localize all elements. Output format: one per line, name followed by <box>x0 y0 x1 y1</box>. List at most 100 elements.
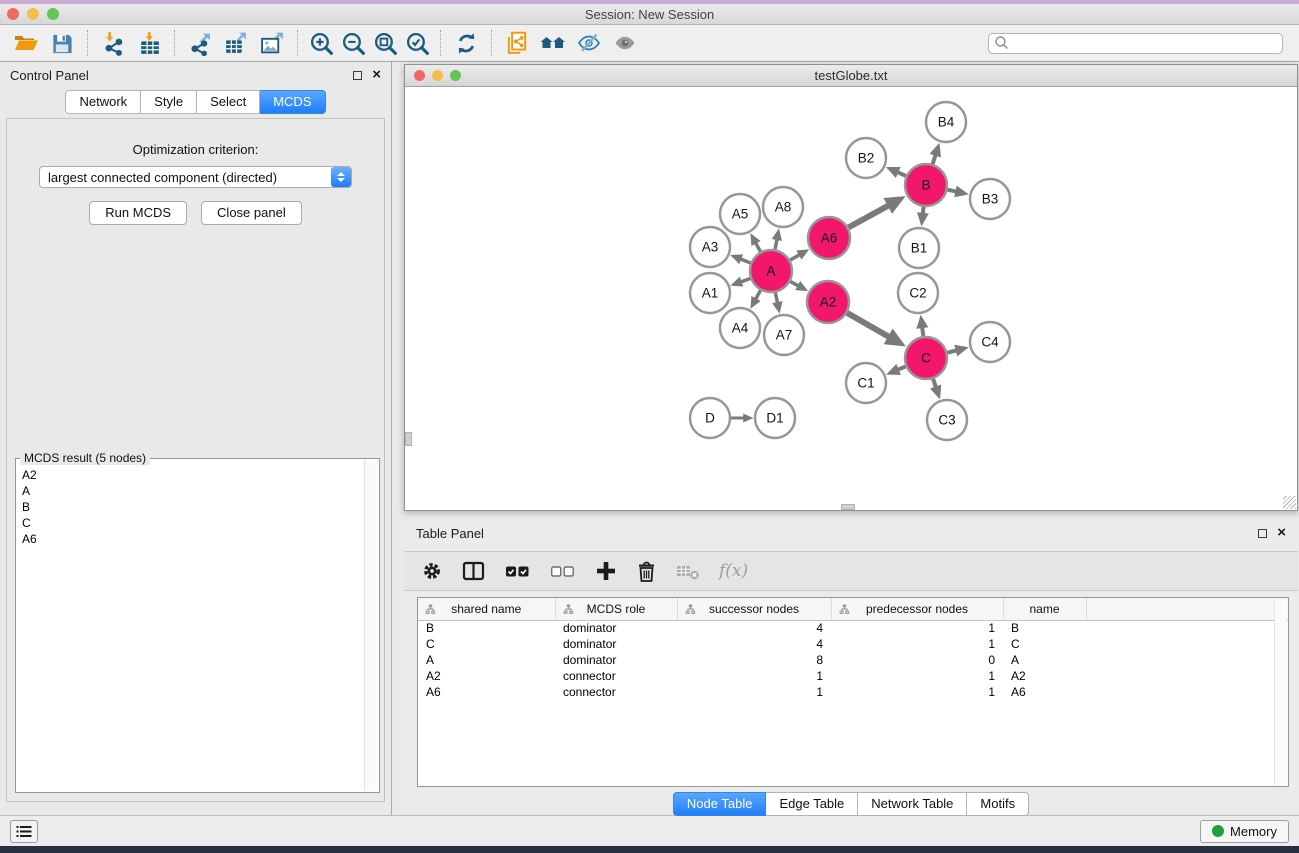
export-image-button[interactable] <box>254 28 290 58</box>
run-mcds-button[interactable]: Run MCDS <box>89 201 187 225</box>
column-header-shared-name[interactable]: shared name <box>418 598 555 620</box>
tab-select[interactable]: Select <box>197 90 260 114</box>
table-cell[interactable]: B <box>1003 620 1086 636</box>
mcds-result-item[interactable]: A <box>22 483 358 499</box>
table-row[interactable]: A6connector11A6 <box>418 684 1288 700</box>
close-view-icon[interactable] <box>414 70 425 81</box>
graph-edge-C-C3[interactable] <box>933 379 936 387</box>
zoom-view-icon[interactable] <box>450 70 461 81</box>
import-network-button[interactable] <box>95 28 131 58</box>
deselect-all-button[interactable] <box>550 556 576 586</box>
search-input[interactable] <box>1010 36 1282 50</box>
delete-table-button[interactable] <box>676 556 700 586</box>
table-cell[interactable]: A2 <box>418 668 555 684</box>
column-header-successor-nodes[interactable]: successor nodes <box>677 598 831 620</box>
task-history-button[interactable] <box>10 820 38 843</box>
function-builder-button[interactable]: f(x) <box>719 556 748 586</box>
criterion-dropdown[interactable]: largest connected component (directed) <box>39 166 352 188</box>
result-scrollbar[interactable] <box>364 460 378 791</box>
table-cell[interactable]: A6 <box>418 684 555 700</box>
table-cell[interactable]: connector <box>555 668 677 684</box>
first-neighbors-button[interactable] <box>535 28 571 58</box>
close-panel-icon[interactable]: × <box>372 70 381 80</box>
network-graph[interactable]: AA1A2A3A4A5A6A7A8BB1B2B3B4CC1C2C3C4DD1 <box>405 88 1297 510</box>
tab-style[interactable]: Style <box>141 90 197 114</box>
tab-edge-table[interactable]: Edge Table <box>766 792 858 816</box>
graph-edge-A2-C[interactable] <box>847 313 889 337</box>
graph-edge-B-B3[interactable] <box>947 190 956 192</box>
graph-edge-B-B4[interactable] <box>933 155 936 164</box>
tab-network-table[interactable]: Network Table <box>858 792 967 816</box>
tab-motifs[interactable]: Motifs <box>967 792 1029 816</box>
minimize-window-icon[interactable] <box>27 8 39 20</box>
table-cell[interactable]: A <box>418 652 555 668</box>
table-cell[interactable]: 1 <box>677 684 831 700</box>
show-all-button[interactable] <box>607 28 643 58</box>
mcds-result-item[interactable]: C <box>22 515 358 531</box>
table-cell[interactable]: A2 <box>1003 668 1086 684</box>
float-table-panel-icon[interactable] <box>1258 529 1267 538</box>
tab-node-table[interactable]: Node Table <box>673 792 767 816</box>
tab-network[interactable]: Network <box>65 90 141 114</box>
table-scrollbar[interactable] <box>1274 599 1287 785</box>
graph-edge-A-A2[interactable] <box>790 282 798 286</box>
resize-grip-icon[interactable] <box>1283 496 1296 509</box>
table-cell[interactable]: B <box>418 620 555 636</box>
graph-edge-C-C2[interactable] <box>922 327 923 336</box>
memory-button[interactable]: Memory <box>1200 820 1289 843</box>
export-table-button[interactable] <box>218 28 254 58</box>
apply-layout-button[interactable] <box>448 28 484 58</box>
table-cell[interactable]: A <box>1003 652 1086 668</box>
close-window-icon[interactable] <box>7 8 19 20</box>
zoom-in-button[interactable] <box>305 28 337 58</box>
table-cell[interactable]: 4 <box>677 636 831 652</box>
table-cell[interactable]: A6 <box>1003 684 1086 700</box>
vertical-scroll-thumb[interactable] <box>405 432 412 446</box>
table-cell[interactable]: 4 <box>677 620 831 636</box>
export-network-button[interactable] <box>182 28 218 58</box>
graph-edge-A-A5[interactable] <box>756 243 761 252</box>
graph-edge-B-B1[interactable] <box>923 207 924 214</box>
table-cell[interactable]: 0 <box>831 652 1003 668</box>
graph-edge-A-A4[interactable] <box>756 290 761 299</box>
table-cell[interactable]: C <box>418 636 555 652</box>
add-column-button[interactable] <box>595 556 617 586</box>
table-cell[interactable]: 8 <box>677 652 831 668</box>
graph-edge-C-C1[interactable] <box>898 366 906 369</box>
graph-edge-A-A6[interactable] <box>790 255 799 260</box>
import-table-button[interactable] <box>131 28 167 58</box>
open-session-button[interactable] <box>8 28 44 58</box>
hide-selected-button[interactable] <box>571 28 607 58</box>
table-row[interactable]: Adominator80A <box>418 652 1288 668</box>
table-cell[interactable]: dominator <box>555 620 677 636</box>
graph-edge-C-C4[interactable] <box>947 350 956 352</box>
float-panel-icon[interactable] <box>353 71 362 80</box>
table-cell[interactable]: 1 <box>831 620 1003 636</box>
tab-mcds[interactable]: MCDS <box>260 90 325 114</box>
delete-column-button[interactable] <box>636 556 657 586</box>
minimize-view-icon[interactable] <box>432 70 443 81</box>
close-panel-button[interactable]: Close panel <box>201 201 302 225</box>
table-cell[interactable]: 1 <box>831 636 1003 652</box>
column-header-mcds-role[interactable]: MCDS role <box>555 598 677 620</box>
table-row[interactable]: A2connector11A2 <box>418 668 1288 684</box>
table-cell[interactable]: C <box>1003 636 1086 652</box>
mcds-result-item[interactable]: A6 <box>22 531 358 547</box>
table-row[interactable]: Bdominator41B <box>418 620 1288 636</box>
table-cell[interactable]: dominator <box>555 652 677 668</box>
column-header-name[interactable]: name <box>1003 598 1086 620</box>
table-row[interactable]: Cdominator41C <box>418 636 1288 652</box>
new-network-from-selection-button[interactable] <box>499 28 535 58</box>
table-cell[interactable]: 1 <box>831 668 1003 684</box>
zoom-selected-button[interactable] <box>401 28 433 58</box>
split-panel-button[interactable] <box>462 556 486 586</box>
table-cell[interactable]: dominator <box>555 636 677 652</box>
horizontal-scroll-thumb[interactable] <box>841 504 855 510</box>
select-all-button[interactable] <box>505 556 531 586</box>
graph-edge-A-A1[interactable] <box>741 278 750 281</box>
mcds-result-item[interactable]: B <box>22 499 358 515</box>
mcds-result-item[interactable]: A2 <box>22 467 358 483</box>
zoom-window-icon[interactable] <box>47 8 59 20</box>
network-canvas[interactable]: AA1A2A3A4A5A6A7A8BB1B2B3B4CC1C2C3C4DD1 <box>405 88 1297 510</box>
close-table-panel-icon[interactable]: × <box>1277 528 1286 538</box>
